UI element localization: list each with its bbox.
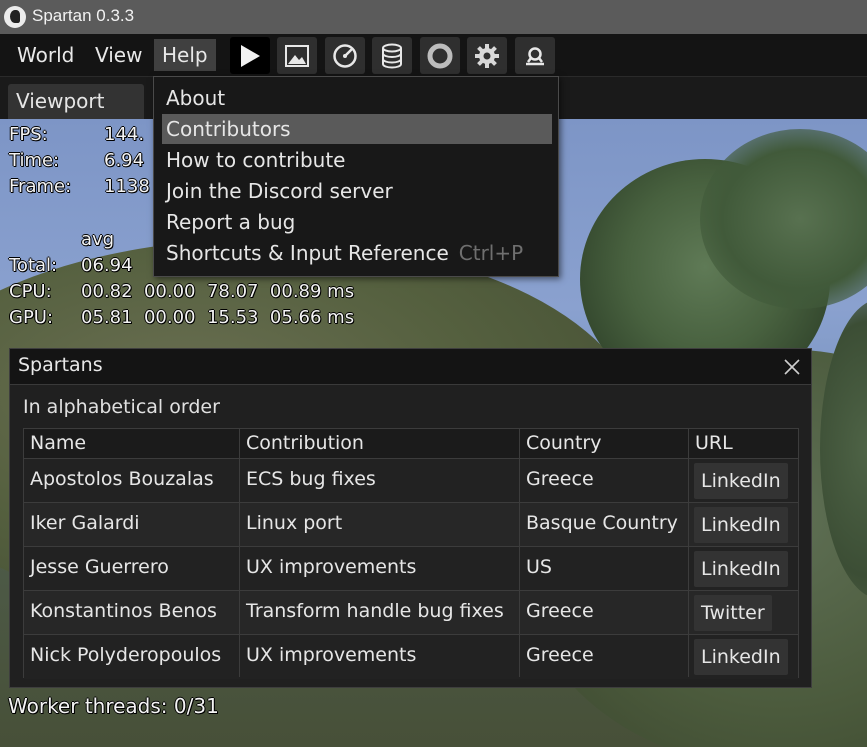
cell-name: Iker Galardi (30, 512, 140, 534)
shortcut-hint: Ctrl+P (458, 241, 524, 265)
resource-cache-button[interactable] (372, 37, 412, 74)
table-header (24, 429, 798, 459)
close-icon[interactable] (781, 356, 803, 378)
cell-country: Greece (526, 644, 594, 666)
cell-country: Basque Country (526, 512, 678, 534)
cell-name: Nick Polyderopoulos (30, 644, 222, 666)
circle-icon (427, 43, 453, 68)
url-button-linkedin[interactable]: LinkedIn (694, 463, 788, 499)
frame-label: Frame: (9, 176, 72, 197)
time-value: 6.94 (104, 150, 145, 171)
menu-item-how-to-contribute[interactable]: How to contribute (162, 145, 552, 175)
column-divider (239, 429, 240, 677)
play-icon (241, 44, 260, 67)
column-divider (688, 429, 689, 677)
fps-value: 144. (104, 124, 145, 145)
cell-name: Apostolos Bouzalas (30, 468, 214, 490)
help-dropdown: About Contributors How to contribute Joi… (153, 76, 559, 277)
time-label: Time: (9, 150, 60, 171)
column-header-url: URL (695, 432, 733, 454)
title-bar: Spartan 0.3.3 (0, 0, 867, 34)
gpu-values: 05.81 00.00 15.53 05.66 ms (81, 307, 355, 328)
table-row (24, 503, 798, 547)
contributors-window: Spartans In alphabetical order Name Cont… (9, 348, 812, 688)
column-header-contribution: Contribution (246, 432, 364, 454)
play-button[interactable] (230, 37, 270, 74)
menu-item-discord[interactable]: Join the Discord server (162, 176, 552, 206)
contributors-table: Name Contribution Country URL Apostolos … (23, 428, 799, 679)
cell-contribution: UX improvements (246, 644, 417, 666)
cell-country: Greece (526, 600, 594, 622)
gpu-label: GPU: (9, 307, 54, 328)
profiler-icon (333, 43, 357, 68)
total-value: 06.94 (81, 255, 133, 276)
url-button-linkedin[interactable]: LinkedIn (694, 639, 788, 675)
cell-name: Jesse Guerrero (30, 556, 169, 578)
cell-contribution: ECS bug fixes (246, 468, 376, 490)
cell-country: Greece (526, 468, 594, 490)
menu-item-shortcuts[interactable]: Shortcuts & Input Reference Ctrl+P (162, 238, 552, 268)
settings-button[interactable] (467, 37, 507, 74)
cell-contribution: UX improvements (246, 556, 417, 578)
menu-item-about[interactable]: About (162, 83, 552, 113)
cell-contribution: Linux port (246, 512, 343, 534)
cpu-values: 00.82 00.00 78.07 00.89 ms (81, 281, 355, 302)
tab-viewport[interactable]: Viewport (8, 84, 144, 120)
profiler-button[interactable] (325, 37, 365, 74)
cell-name: Konstantinos Benos (30, 600, 217, 622)
cell-contribution: Transform handle bug fixes (246, 600, 504, 622)
gear-icon (475, 43, 499, 68)
search-button[interactable] (515, 37, 555, 74)
window-title: Spartans (18, 354, 103, 376)
cpu-label: CPU: (9, 281, 52, 302)
textures-button[interactable] (277, 37, 317, 74)
column-header-country: Country (526, 432, 602, 454)
url-button-twitter[interactable]: Twitter (694, 595, 772, 631)
menu-bar: World View Help (0, 34, 867, 76)
menu-item-contributors[interactable]: Contributors (162, 114, 552, 144)
menu-view[interactable]: View (87, 39, 150, 71)
column-header-name: Name (30, 432, 87, 454)
url-button-linkedin[interactable]: LinkedIn (694, 551, 788, 587)
fps-label: FPS: (9, 124, 48, 145)
database-icon (382, 43, 402, 69)
avg-header: avg (81, 229, 115, 250)
window-title-bar[interactable]: Spartans (10, 349, 811, 385)
window-subtitle: In alphabetical order (23, 396, 220, 418)
total-label: Total: (9, 255, 58, 276)
menu-item-shortcuts-label: Shortcuts & Input Reference (166, 241, 449, 265)
menu-item-report-bug[interactable]: Report a bug (162, 207, 552, 237)
column-divider (519, 429, 520, 677)
worker-threads: Worker threads: 0/31 (8, 694, 219, 718)
image-icon (285, 44, 309, 67)
app-title: Spartan 0.3.3 (32, 6, 135, 25)
frame-value: 1138 (104, 176, 150, 197)
spartan-logo-icon (4, 6, 26, 28)
search-icon (526, 46, 544, 65)
cell-country: US (526, 556, 552, 578)
shader-button[interactable] (420, 37, 460, 74)
url-button-linkedin[interactable]: LinkedIn (694, 507, 788, 543)
menu-help[interactable]: Help (154, 39, 216, 71)
menu-world[interactable]: World (9, 39, 82, 71)
